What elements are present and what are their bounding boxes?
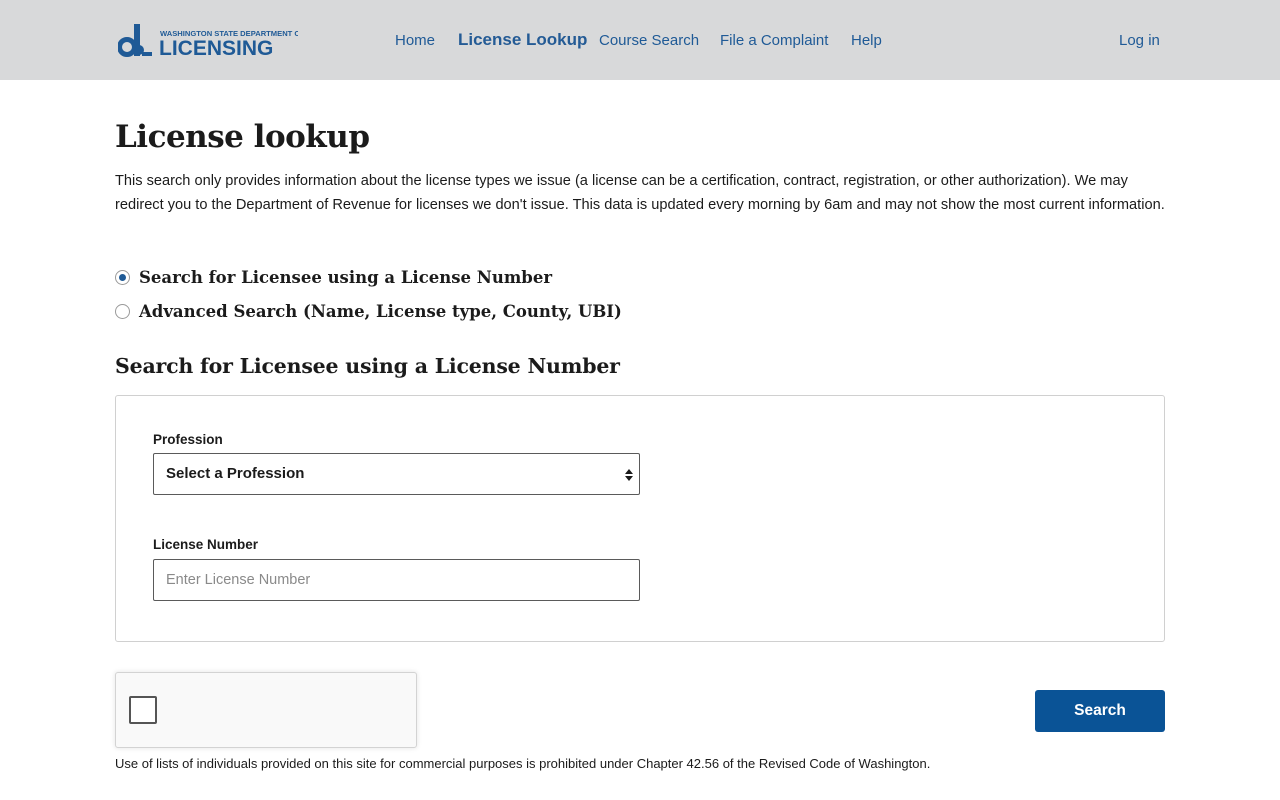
radio-checked-icon[interactable]	[115, 270, 130, 285]
radio-advanced-search[interactable]: Advanced Search (Name, License type, Cou…	[115, 302, 622, 321]
profession-select[interactable]: Select a Profession	[153, 453, 640, 495]
nav-help[interactable]: Help	[851, 31, 882, 51]
dol-logo[interactable]: WASHINGTON STATE DEPARTMENT OF LICENSING	[118, 24, 298, 58]
page-title: License lookup	[115, 119, 370, 155]
captcha-checkbox[interactable]	[129, 696, 157, 724]
radio-label: Search for Licensee using a License Numb…	[139, 268, 553, 287]
search-button[interactable]: Search	[1035, 690, 1165, 732]
footer-note: Use of lists of individuals provided on …	[115, 756, 931, 771]
nav-course-search[interactable]: Course Search	[599, 31, 699, 51]
nav-license-lookup[interactable]: License Lookup	[458, 30, 587, 50]
radio-license-number-search[interactable]: Search for Licensee using a License Numb…	[115, 268, 552, 287]
intro-text: This search only provides information ab…	[115, 173, 1165, 213]
select-arrows-icon	[625, 469, 633, 481]
profession-select-value: Select a Profession	[166, 465, 305, 482]
site-header: WASHINGTON STATE DEPARTMENT OF LICENSING…	[0, 0, 1280, 80]
license-number-input[interactable]	[153, 559, 640, 601]
nav-home[interactable]: Home	[395, 31, 435, 51]
form-heading: Search for Licensee using a License Numb…	[115, 354, 620, 378]
logo-main-text: LICENSING	[159, 37, 273, 58]
nav-file-complaint[interactable]: File a Complaint	[720, 31, 828, 51]
search-form-panel: Profession Select a Profession License N…	[115, 395, 1165, 642]
dol-logo-mark: WASHINGTON STATE DEPARTMENT OF LICENSING	[118, 24, 298, 58]
login-link[interactable]: Log in	[1119, 31, 1160, 51]
radio-unchecked-icon[interactable]	[115, 304, 130, 319]
license-number-label: License Number	[153, 537, 259, 552]
captcha-widget	[115, 672, 417, 748]
profession-label: Profession	[153, 432, 223, 447]
radio-label: Advanced Search (Name, License type, Cou…	[139, 302, 622, 321]
